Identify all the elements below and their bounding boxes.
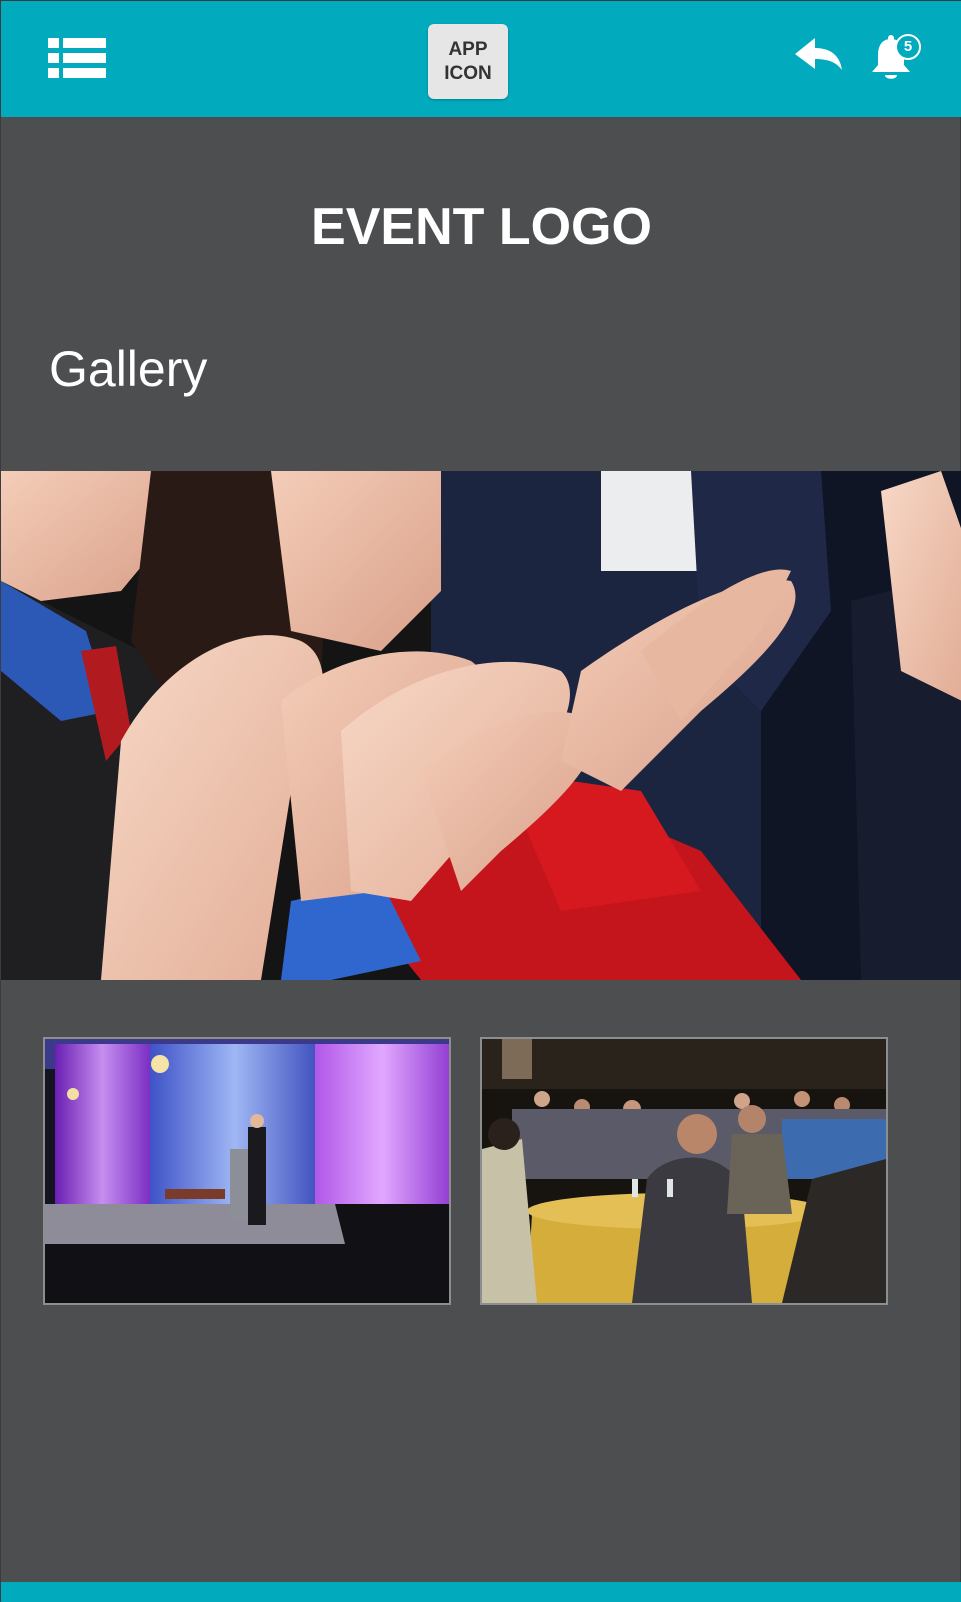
app-screen: APP ICON 5 EVENT LOGO Gallery (0, 0, 961, 1602)
gallery-thumbnail-audience[interactable] (480, 1037, 888, 1305)
reply-arrow-icon[interactable] (793, 36, 843, 76)
bottom-bar (1, 1582, 961, 1602)
top-app-bar: APP ICON 5 (1, 1, 961, 117)
notifications-button[interactable]: 5 (869, 31, 921, 83)
gallery-hero-image[interactable] (1, 471, 961, 980)
list-menu-icon[interactable] (48, 38, 106, 78)
gallery-title: Gallery (49, 341, 208, 397)
notification-count-badge: 5 (895, 34, 921, 60)
app-icon-label: APP ICON (444, 38, 492, 84)
app-icon[interactable]: APP ICON (428, 24, 508, 99)
gallery-thumbnail-stage[interactable] (43, 1037, 451, 1305)
event-logo: EVENT LOGO (311, 198, 652, 256)
